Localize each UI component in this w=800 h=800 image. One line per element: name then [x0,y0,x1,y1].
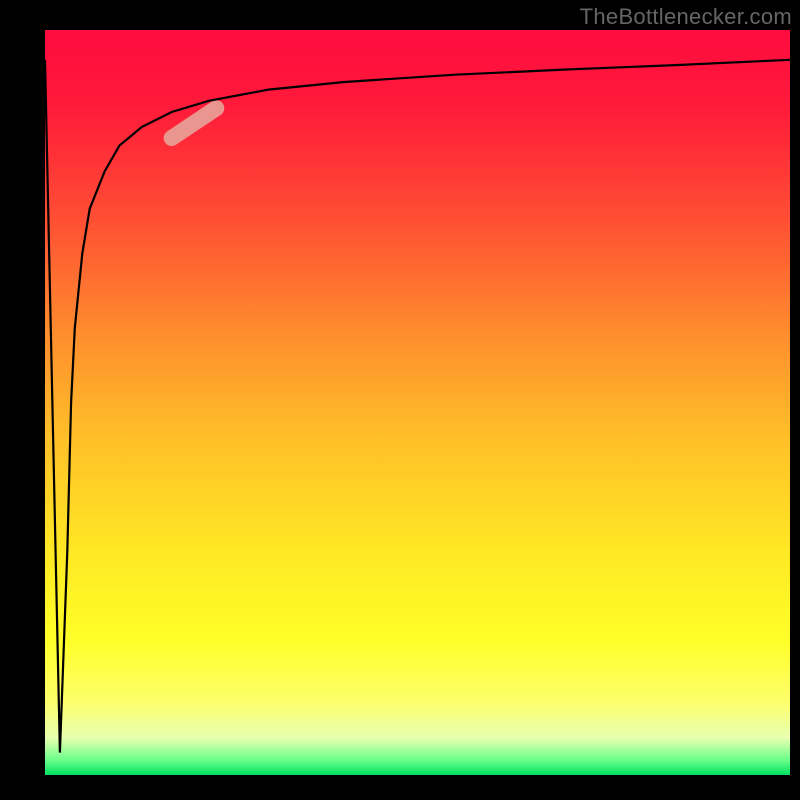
watermark-text: TheBottlenecker.com [580,4,792,30]
highlight-segment [172,108,217,138]
plot-area [45,30,790,775]
chart-frame: TheBottlenecker.com [0,0,800,800]
curve-svg [45,30,790,775]
bottleneck-curve [45,60,790,753]
